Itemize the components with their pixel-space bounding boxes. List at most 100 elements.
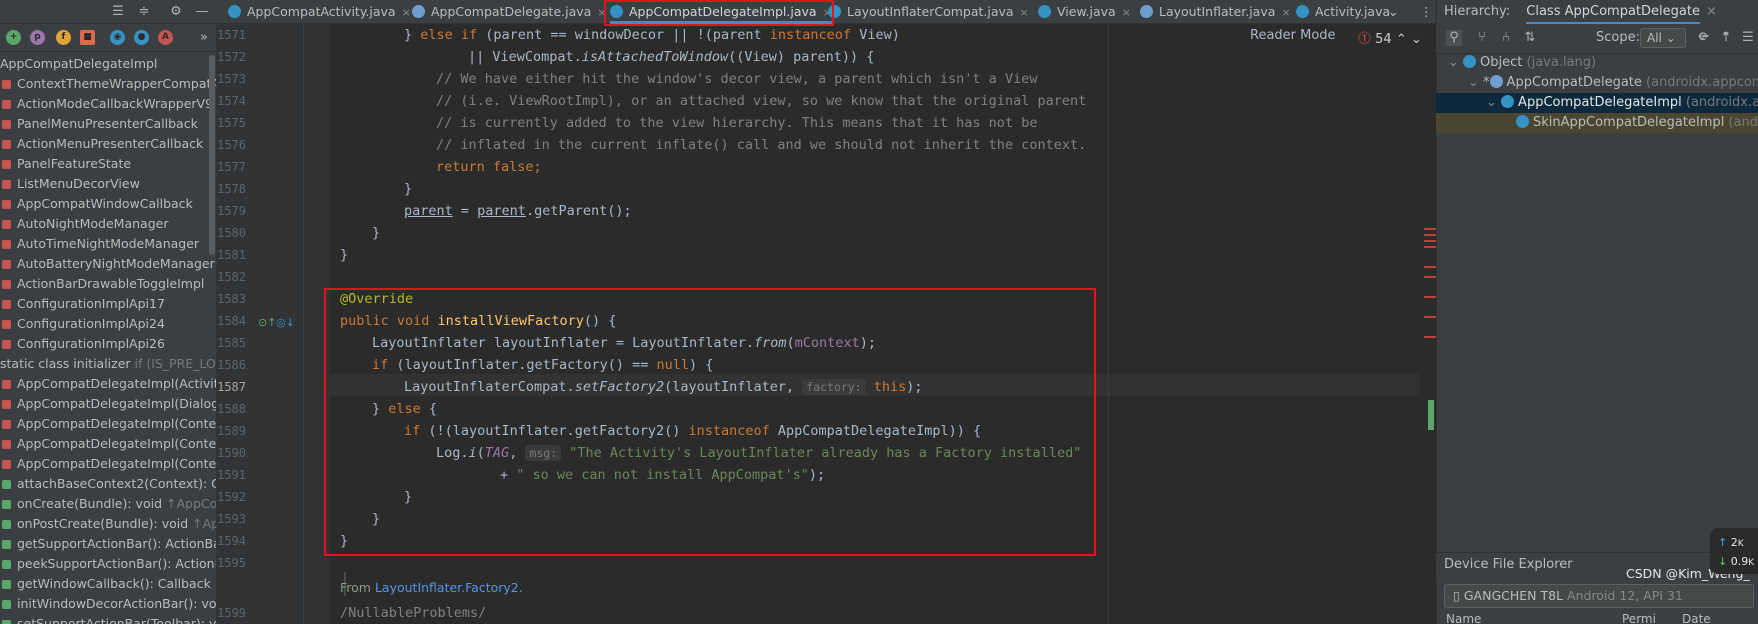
hierarchy-row-appcompatdelegate[interactable]: ⌄ * AppCompatDelegate (androidx.appcom	[1436, 73, 1758, 93]
structure-item[interactable]: peekSupportActionBar(): ActionBar	[0, 554, 216, 574]
structure-item[interactable]: AppCompatDelegateImpl(Dialog, A	[0, 394, 216, 414]
structure-item[interactable]: ConfigurationImplApi17	[0, 294, 216, 314]
lambda-icon[interactable]: ●	[134, 30, 149, 45]
override-gutter-icon[interactable]: ⊙↑	[258, 316, 276, 329]
network-speed-widget: ↑ 2K ↓ 0.9K	[1710, 528, 1758, 574]
hierarchy-row-appcompatdelegateimpl[interactable]: ⌄ AppCompatDelegateImpl (androidx.ap	[1436, 93, 1758, 113]
doc-link[interactable]: LayoutInflater.Factory2.	[375, 580, 523, 595]
close-icon[interactable]: ×	[1281, 6, 1290, 19]
export-icon[interactable]: ⤒	[1718, 30, 1734, 46]
error-stripe-mark[interactable]	[1424, 240, 1436, 242]
inner-class-icon	[2, 240, 11, 249]
chevron-down-icon[interactable]: ⌄	[1388, 0, 1398, 24]
structure-item[interactable]: getWindowCallback(): Callback	[0, 574, 216, 594]
tab-layoutinflatercompat[interactable]: LayoutInflaterCompat.java ×	[828, 0, 1029, 24]
collapse-all-icon[interactable]: ☰	[110, 4, 126, 20]
structure-item[interactable]: AppCompatDelegateImpl(Context,	[0, 414, 216, 434]
structure-scrollbar[interactable]	[209, 55, 215, 255]
gear-icon[interactable]: ⚙	[168, 4, 184, 20]
tab-appcompatdelegate[interactable]: AppCompatDelegate.java ×	[412, 0, 607, 24]
anonymous-class-icon[interactable]: ◉	[110, 30, 125, 45]
structure-item[interactable]: ActionModeCallbackWrapperV9	[0, 94, 216, 114]
device-select[interactable]: ▯ GANGCHEN T8L Android 12, API 31	[1444, 584, 1754, 608]
line-number: 1575	[217, 116, 246, 130]
structure-item[interactable]: static class initializer if (IS_PRE_LOLL…	[0, 354, 216, 374]
more-icon[interactable]: »	[196, 30, 212, 46]
tab-view[interactable]: View.java ×	[1038, 0, 1131, 24]
gutter-separator	[303, 24, 304, 624]
structure-item[interactable]: onPostCreate(Bundle): void ↑AppCo	[0, 514, 216, 534]
structure-root[interactable]: AppCompatDelegateImpl	[0, 54, 216, 74]
visibility-filter-icon[interactable]: +	[6, 30, 21, 45]
class-hierarchy-icon[interactable]: ⚲	[1446, 30, 1462, 46]
close-icon[interactable]: ×	[1020, 6, 1029, 19]
pin-icon[interactable]: ⌖	[1694, 30, 1710, 46]
error-stripe-mark[interactable]	[1424, 228, 1436, 230]
supertypes-icon[interactable]: ⑂	[1474, 30, 1490, 46]
arrow-down-icon: ↓	[1718, 555, 1728, 568]
structure-item[interactable]: AppCompatDelegateImpl(Activity, A	[0, 374, 216, 394]
subtypes-icon[interactable]: ⑃	[1498, 30, 1514, 46]
scroll-thumb[interactable]	[1428, 400, 1434, 430]
error-stripe-mark[interactable]	[1424, 336, 1436, 338]
structure-item[interactable]: PanelMenuPresenterCallback	[0, 114, 216, 134]
sort-alpha-icon[interactable]: ⇅	[1522, 30, 1538, 46]
structure-item[interactable]: getSupportActionBar(): ActionBar ↑	[0, 534, 216, 554]
chevron-up-icon[interactable]: ⌃	[1396, 32, 1407, 47]
structure-item[interactable]: ConfigurationImplApi24	[0, 314, 216, 334]
error-stripe-mark[interactable]	[1424, 296, 1436, 298]
inner-class-icon	[2, 80, 11, 89]
close-icon[interactable]: ×	[1706, 4, 1717, 19]
method-icon	[2, 380, 11, 389]
property-filter-icon[interactable]: p	[30, 30, 45, 45]
structure-item[interactable]: ActionBarDrawableToggleImpl	[0, 274, 216, 294]
close-icon[interactable]: ×	[1122, 6, 1131, 19]
structure-item[interactable]: setSupportActionBar(Toolbar): void	[0, 614, 216, 624]
structure-item[interactable]: ConfigurationImplApi26	[0, 334, 216, 354]
structure-item[interactable]: onCreate(Bundle): void ↑AppComp	[0, 494, 216, 514]
structure-item[interactable]: AutoTimeNightModeManager	[0, 234, 216, 254]
more-vertical-icon[interactable]: ⋮	[1420, 0, 1433, 24]
error-stripe-mark[interactable]	[1424, 246, 1436, 248]
structure-item[interactable]: AppCompatDelegateImpl(Context,	[0, 454, 216, 474]
tab-activity[interactable]: Activity.java	[1296, 0, 1390, 24]
error-stripe-mark[interactable]	[1424, 266, 1436, 268]
structure-item[interactable]: AutoBatteryNightModeManager	[0, 254, 216, 274]
error-counter[interactable]: ⓵ 54 ⌃ ⌄	[1358, 28, 1422, 47]
lock-filter-icon[interactable]: ■	[80, 30, 95, 45]
class-icon	[1501, 95, 1515, 108]
structure-item[interactable]: AppCompatWindowCallback	[0, 194, 216, 214]
expand-all-icon[interactable]: ☰	[1740, 30, 1756, 46]
implemented-gutter-icon[interactable]: ◎↓	[276, 316, 295, 329]
error-stripe-mark[interactable]	[1424, 316, 1436, 318]
error-stripe-mark[interactable]	[1424, 276, 1436, 278]
tab-class-hierarchy[interactable]: Class AppCompatDelegate	[1526, 4, 1700, 25]
structure-item[interactable]: AppCompatDelegateImpl(Context,	[0, 434, 216, 454]
field-filter-icon[interactable]: f	[56, 30, 71, 45]
minimize-icon[interactable]: —	[194, 4, 210, 20]
structure-item[interactable]: AutoNightModeManager	[0, 214, 216, 234]
close-icon[interactable]: ×	[402, 6, 411, 19]
structure-item[interactable]: ListMenuDecorView	[0, 174, 216, 194]
line-number: 1594	[217, 534, 246, 548]
hierarchy-row-object[interactable]: ⌄ Object (java.lang)	[1436, 53, 1758, 73]
highlight-box-code	[324, 288, 1096, 556]
error-stripe-mark[interactable]	[1424, 234, 1436, 236]
structure-item[interactable]: ContextThemeWrapperCompatApi	[0, 74, 216, 94]
tab-appcompatactivity[interactable]: AppCompatActivity.java ×	[228, 0, 411, 24]
code-line-1578: }	[404, 181, 413, 197]
structure-item[interactable]: PanelFeatureState	[0, 154, 216, 174]
reader-mode-toggle[interactable]: Reader Mode	[1250, 28, 1336, 43]
sort-alpha-icon[interactable]: A	[158, 30, 173, 45]
structure-item[interactable]: initWindowDecorActionBar(): void	[0, 594, 216, 614]
class-icon	[1463, 55, 1477, 68]
inner-class-icon	[2, 160, 11, 169]
editor-scrollbar[interactable]	[1420, 24, 1436, 624]
expand-all-icon[interactable]: ≑	[136, 4, 152, 20]
structure-item[interactable]: attachBaseContext2(Context): Conte	[0, 474, 216, 494]
structure-item[interactable]: ActionMenuPresenterCallback	[0, 134, 216, 154]
tab-layoutinflater[interactable]: LayoutInflater.java ×	[1140, 0, 1291, 24]
hierarchy-row-skinappcompatdelegateimpl[interactable]: SkinAppCompatDelegateImpl (andr	[1436, 113, 1758, 133]
scope-select[interactable]: All ⌄	[1640, 28, 1686, 48]
line-number: 1593	[217, 512, 246, 526]
